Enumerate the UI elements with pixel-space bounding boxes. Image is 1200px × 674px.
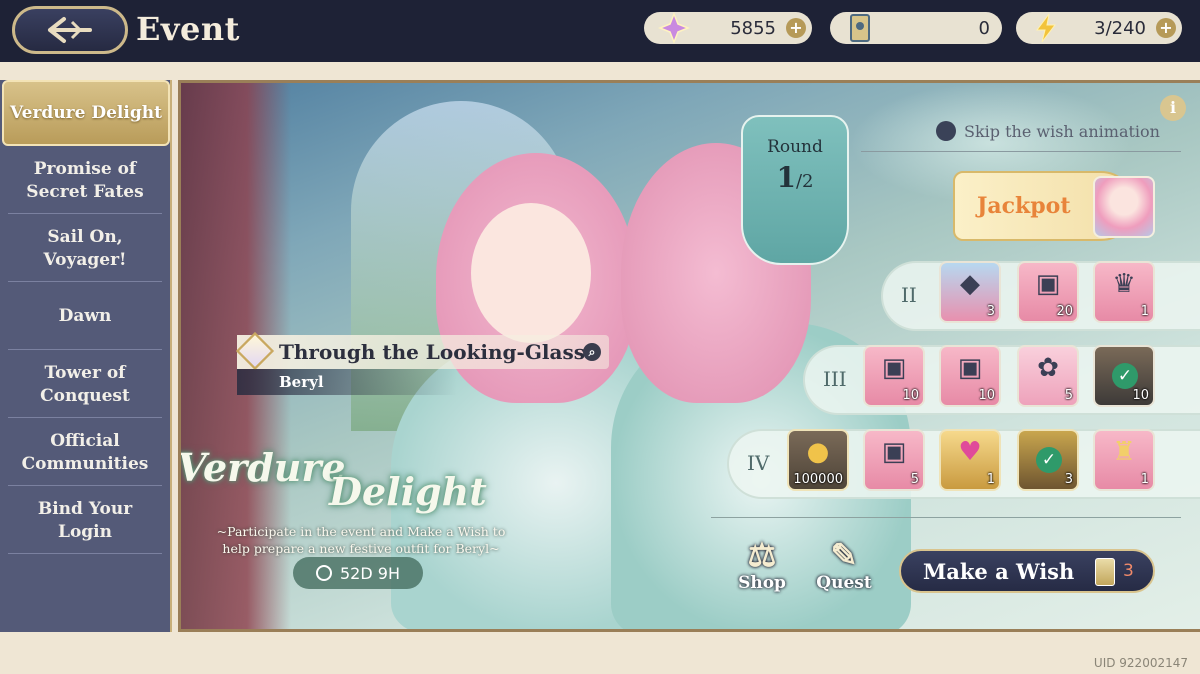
- make-a-wish-label: Make a Wish: [923, 558, 1075, 584]
- reward-crystal-icon[interactable]: ◆ 3: [939, 261, 1001, 323]
- event-timer: 52D 9H: [293, 557, 423, 589]
- scales-icon: ⚖: [747, 536, 777, 574]
- event-logo-line2: Delight: [329, 469, 487, 514]
- character-art-face: [471, 203, 591, 343]
- sidebar-item-bind-your-login[interactable]: Bind Your Login: [8, 488, 162, 554]
- event-panel: i Skip the wish animation Round 1/2 Jack…: [178, 80, 1200, 632]
- reward-pink-outfit-icon[interactable]: ♛ 1: [1093, 261, 1155, 323]
- wish-ticket-icon: [1095, 558, 1115, 586]
- sidebar-item-sail-on-voyager[interactable]: Sail On, Voyager!: [8, 216, 162, 282]
- quest-button[interactable]: ✎ Quest: [811, 537, 877, 603]
- top-bar: Event 5855 + 0 3/240 +: [0, 0, 1200, 62]
- jackpot-portrait-icon[interactable]: [1093, 176, 1155, 238]
- event-sidebar: Verdure Delight Promise of Secret Fates …: [0, 80, 172, 632]
- reward-pink-fluff-icon[interactable]: ✿ 5: [1017, 345, 1079, 407]
- wish-ticket-icon: [842, 10, 878, 46]
- sidebar-item-tower-of-conquest[interactable]: Tower of Conquest: [8, 352, 162, 418]
- reward-chest-icon[interactable]: ▣ 20: [1017, 261, 1079, 323]
- wish-cost: 3: [1123, 561, 1134, 581]
- claimed-check-icon: ✓: [1036, 447, 1062, 473]
- sidebar-item-verdure-delight[interactable]: Verdure Delight: [2, 80, 170, 146]
- event-description: ~Participate in the event and Make a Wis…: [216, 524, 506, 556]
- skip-animation-label: Skip the wish animation: [964, 121, 1160, 141]
- sidebar-item-promise-of-secret-fates[interactable]: Promise of Secret Fates: [8, 148, 162, 214]
- wish-ticket-value: 0: [978, 17, 990, 39]
- quest-label: Quest: [816, 573, 872, 593]
- outfit-name: Through the Looking-Glass: [279, 340, 585, 364]
- page-title: Event: [136, 10, 240, 48]
- outfit-gem-icon: [235, 331, 275, 371]
- magnifier-icon[interactable]: ⌕: [583, 343, 601, 361]
- star-crystal-icon: [656, 10, 692, 46]
- back-button[interactable]: [12, 6, 128, 54]
- timer-value: 52D 9H: [340, 563, 400, 583]
- tier-label: III: [823, 367, 847, 391]
- scroll-quill-icon: ✎: [830, 536, 858, 574]
- wish-ticket-counter: 0: [830, 12, 1002, 44]
- reward-chest-icon[interactable]: ▣ 10: [939, 345, 1001, 407]
- star-crystal-counter: 5855 +: [644, 12, 812, 44]
- toggle-radio-icon: [936, 121, 956, 141]
- star-crystal-value: 5855: [730, 17, 776, 39]
- sidebar-item-dawn[interactable]: Dawn: [8, 284, 162, 350]
- round-badge: Round 1/2: [741, 115, 849, 265]
- user-id: UID 922002147: [1093, 656, 1188, 670]
- add-stamina-button[interactable]: +: [1156, 18, 1176, 38]
- round-counter: 1/2: [776, 161, 814, 194]
- character-name: Beryl: [237, 369, 457, 395]
- make-a-wish-button[interactable]: Make a Wish 3: [899, 549, 1155, 593]
- round-label: Round: [767, 137, 823, 157]
- divider: [861, 151, 1181, 152]
- tier-label: IV: [747, 451, 770, 475]
- stamina-value: 3/240: [1094, 17, 1146, 39]
- stamina-counter: 3/240 +: [1016, 12, 1182, 44]
- shop-button[interactable]: ⚖ Shop: [729, 537, 795, 603]
- back-arrow-icon: [48, 17, 92, 43]
- outfit-name-tag[interactable]: Through the Looking-Glass ⌕: [235, 331, 609, 371]
- info-icon[interactable]: i: [1160, 95, 1186, 121]
- add-star-crystal-button[interactable]: +: [786, 18, 806, 38]
- stamina-bolt-icon: [1028, 10, 1064, 46]
- reward-chest-icon[interactable]: ▣ 10: [863, 345, 925, 407]
- reward-golden-lamp-icon[interactable]: ♜ 1: [1093, 429, 1155, 491]
- shop-label: Shop: [738, 573, 786, 593]
- event-logo-line1: Verdure: [178, 445, 346, 490]
- reward-blue-drop-icon[interactable]: ✓ 3: [1017, 429, 1079, 491]
- reward-heart-gem-icon[interactable]: ♥ 1: [939, 429, 1001, 491]
- reward-chest-claimed-icon[interactable]: ✓ 10: [1093, 345, 1155, 407]
- claimed-check-icon: ✓: [1112, 363, 1138, 389]
- skip-animation-toggle[interactable]: Skip the wish animation: [936, 121, 1160, 141]
- reward-gold-coin-icon[interactable]: ● 100000: [787, 429, 849, 491]
- clock-icon: [316, 565, 332, 581]
- divider: [711, 517, 1181, 518]
- sidebar-item-official-communities[interactable]: Official Communities: [8, 420, 162, 486]
- reward-chest-icon[interactable]: ▣ 5: [863, 429, 925, 491]
- tier-label: II: [901, 283, 917, 307]
